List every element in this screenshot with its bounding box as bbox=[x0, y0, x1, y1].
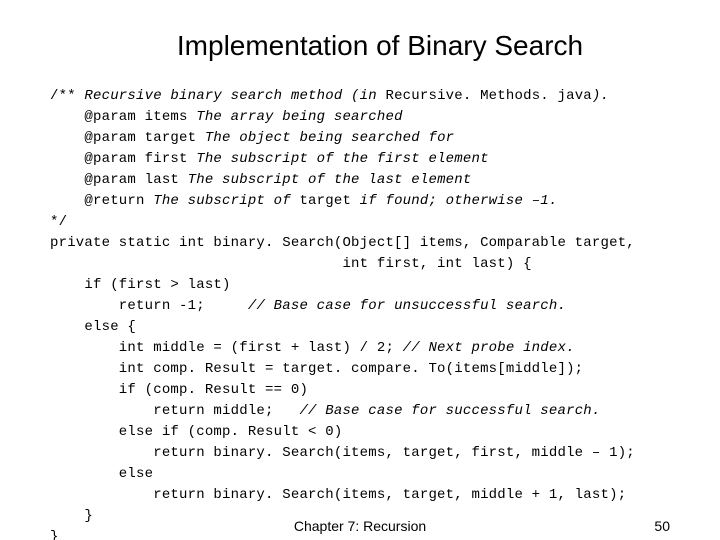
code-line: int middle = (first + last) / 2; bbox=[50, 340, 403, 356]
code-line: @param first bbox=[50, 151, 196, 167]
code-line: int first, int last) { bbox=[50, 256, 532, 272]
code-line: if (first > last) bbox=[50, 277, 231, 293]
code-line: /** bbox=[50, 88, 84, 104]
code-comment: Recursive binary search method (in bbox=[84, 88, 385, 104]
code-line: @param target bbox=[50, 130, 205, 146]
footer-chapter: Chapter 7: Recursion bbox=[294, 518, 426, 534]
code-line: return -1; bbox=[50, 298, 248, 314]
code-line: return middle; bbox=[50, 403, 299, 419]
code-line: @param items bbox=[50, 109, 196, 125]
code-line: else if (comp. Result < 0) bbox=[50, 424, 342, 440]
code-line: } bbox=[50, 508, 93, 524]
code-comment: ). bbox=[592, 88, 609, 104]
code-comment: The array being searched bbox=[196, 109, 402, 125]
code-line: return binary. Search(items, target, fir… bbox=[50, 445, 635, 461]
code-line: @return bbox=[50, 193, 153, 209]
code-line: else bbox=[50, 466, 153, 482]
code-line: @param last bbox=[50, 172, 188, 188]
code-line: int comp. Result = target. compare. To(i… bbox=[50, 361, 583, 377]
code-comment: The subscript of the last element bbox=[188, 172, 472, 188]
code-line: else { bbox=[50, 319, 136, 335]
code-comment: // Base case for unsuccessful search. bbox=[248, 298, 566, 314]
page-number: 50 bbox=[654, 518, 670, 534]
code-comment: // Base case for successful search. bbox=[299, 403, 600, 419]
slide: Implementation of Binary Search /** Recu… bbox=[0, 0, 720, 540]
code-line: */ bbox=[50, 214, 67, 230]
code-comment: if found; otherwise –1. bbox=[351, 193, 557, 209]
code-comment: // Next probe index. bbox=[403, 340, 575, 356]
code-line: if (comp. Result == 0) bbox=[50, 382, 308, 398]
code-line: return binary. Search(items, target, mid… bbox=[50, 487, 626, 503]
code-comment: The object being searched for bbox=[205, 130, 454, 146]
slide-title: Implementation of Binary Search bbox=[50, 30, 670, 62]
code-text: target bbox=[299, 193, 351, 209]
code-comment: The subscript of bbox=[153, 193, 299, 209]
code-text: Recursive. Methods. java bbox=[385, 88, 591, 104]
code-line: private static int binary. Search(Object… bbox=[50, 235, 635, 251]
code-comment: The subscript of the first element bbox=[196, 151, 488, 167]
code-block: /** Recursive binary search method (in R… bbox=[50, 86, 670, 540]
code-line: } bbox=[50, 529, 59, 540]
